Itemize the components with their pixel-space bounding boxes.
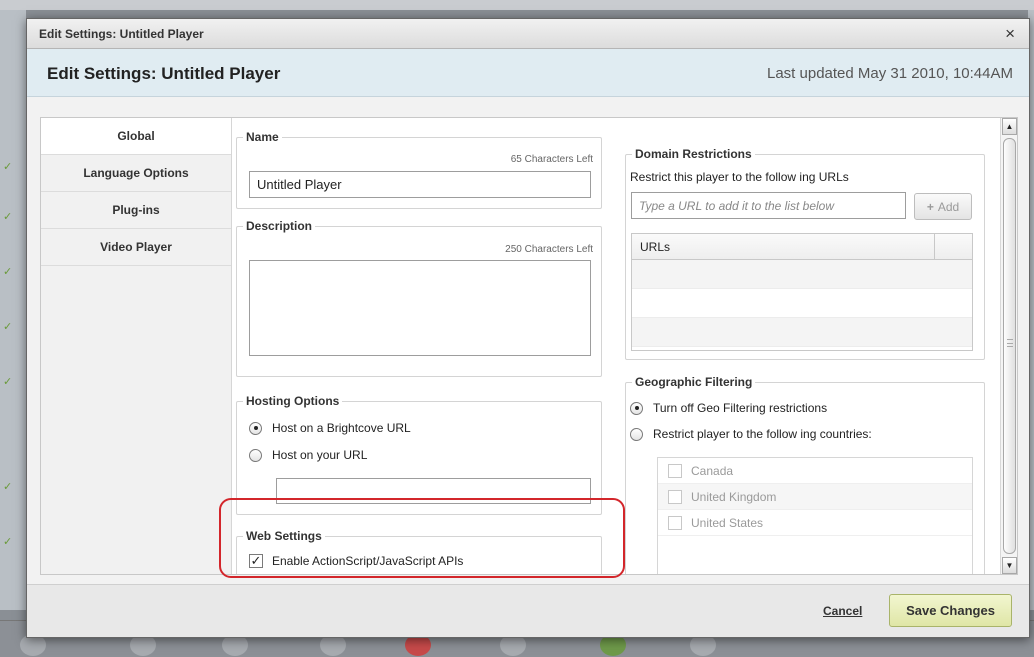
country-list: Canada United Kingdom United States [657,457,973,574]
enable-api-label: Enable ActionScript/JavaScript APIs [272,554,464,568]
host-brightcove-radio[interactable] [249,421,262,435]
geo-restrict-label: Restrict player to the follow ing countr… [653,427,872,441]
dialog-titlebar: Edit Settings: Untitled Player × [27,19,1029,49]
domain-restrictions-legend: Domain Restrictions [632,147,755,161]
background-check-icon: ✓ [3,321,13,333]
host-brightcove-label: Host on a Brightcove URL [272,421,411,435]
domain-url-input[interactable] [631,192,906,219]
tab-video-player[interactable]: Video Player [41,229,231,266]
grip-icon [1007,339,1013,347]
name-characters-left: 65 Characters Left [510,154,593,165]
description-section: Description 250 Characters Left [236,219,602,377]
table-row [632,260,972,289]
country-checkbox[interactable] [668,489,682,504]
country-item-united-states[interactable]: United States [658,510,972,536]
host-brightcove-option[interactable]: Host on a Brightcove URL [249,421,411,435]
domain-restrictions-instruction: Restrict this player to the follow ing U… [630,170,849,184]
table-row [632,289,972,318]
url-column-header[interactable]: URLs [640,240,670,254]
url-table-header: URLs [632,234,972,260]
hosting-options-section: Hosting Options Host on a Brightcove URL… [236,394,602,515]
country-label: United Kingdom [691,489,777,504]
description-legend: Description [243,219,316,233]
settings-tabs: Global Language Options Plug-ins Video P… [41,118,232,574]
cancel-button[interactable]: Cancel [823,604,862,618]
dialog-footer: Cancel Save Changes [27,584,1029,637]
background-check-icon: ✓ [3,376,13,388]
host-your-url-label: Host on your URL [272,448,368,462]
background-check-icon: ✓ [3,161,13,173]
settings-content-panel: Global Language Options Plug-ins Video P… [40,117,1018,575]
geographic-filtering-section: Geographic Filtering Turn off Geo Filter… [625,375,985,574]
tab-global[interactable]: Global [41,118,231,155]
domain-restrictions-section: Domain Restrictions Restrict this player… [625,147,985,360]
last-updated-text: Last updated May 31 2010, 10:44AM [766,65,1013,82]
column-divider [934,234,935,260]
country-item-canada[interactable]: Canada [658,458,972,484]
web-settings-section: Web Settings ✓ Enable ActionScript/JavaS… [236,529,602,574]
name-legend: Name [243,130,282,144]
geographic-filtering-legend: Geographic Filtering [632,375,756,389]
geo-off-radio[interactable] [630,401,643,415]
geo-restrict-option[interactable]: Restrict player to the follow ing countr… [630,427,872,441]
background-app-header [0,0,1034,10]
enable-api-checkbox[interactable]: ✓ [249,554,263,568]
background-check-icon: ✓ [3,536,13,548]
geo-off-label: Turn off Geo Filtering restrictions [653,401,828,415]
save-changes-button[interactable]: Save Changes [889,594,1012,627]
scroll-down-icon[interactable]: ▼ [1002,557,1017,574]
edit-settings-dialog: Edit Settings: Untitled Player × Edit Se… [26,18,1030,638]
plus-icon: + [926,199,934,214]
web-settings-legend: Web Settings [243,529,325,543]
background-check-icon: ✓ [3,481,13,493]
country-checkbox[interactable] [668,463,682,478]
host-your-url-option[interactable]: Host on your URL [249,448,367,462]
tab-plug-ins[interactable]: Plug-ins [41,192,231,229]
dialog-window-title: Edit Settings: Untitled Player [39,27,204,41]
dialog-header: Edit Settings: Untitled Player Last upda… [27,49,1029,97]
geo-restrict-radio[interactable] [630,427,643,441]
url-list-table: URLs [631,233,973,351]
country-checkbox[interactable] [668,515,682,530]
description-characters-left: 250 Characters Left [505,244,593,255]
enable-api-option[interactable]: ✓ Enable ActionScript/JavaScript APIs [249,554,463,568]
country-item-united-kingdom[interactable]: United Kingdom [658,484,972,510]
background-check-icon: ✓ [3,266,13,278]
country-label: United States [691,515,764,530]
name-section: Name 65 Characters Left [236,130,602,209]
scroll-thumb[interactable] [1003,138,1016,554]
description-textarea[interactable] [249,260,591,356]
country-label: Canada [691,463,734,478]
table-row [632,318,972,347]
background-check-icon: ✓ [3,211,13,223]
hosting-options-legend: Hosting Options [243,394,343,408]
geo-off-option[interactable]: Turn off Geo Filtering restrictions [630,401,827,415]
tabs-filler [41,266,231,574]
add-url-button[interactable]: + Add [914,193,972,220]
host-url-input[interactable] [276,478,591,504]
name-input[interactable] [249,171,591,198]
page-title: Edit Settings: Untitled Player [47,64,281,83]
host-your-url-radio[interactable] [249,448,262,462]
content-scrollbar[interactable]: ▲ ▼ [1000,118,1017,574]
scroll-up-icon[interactable]: ▲ [1002,118,1017,135]
background-app-left-column: ✓ ✓ ✓ ✓ ✓ ✓ ✓ [0,10,26,610]
add-url-label: Add [937,199,960,214]
tab-language-options[interactable]: Language Options [41,155,231,192]
close-icon[interactable]: × [1005,24,1015,44]
